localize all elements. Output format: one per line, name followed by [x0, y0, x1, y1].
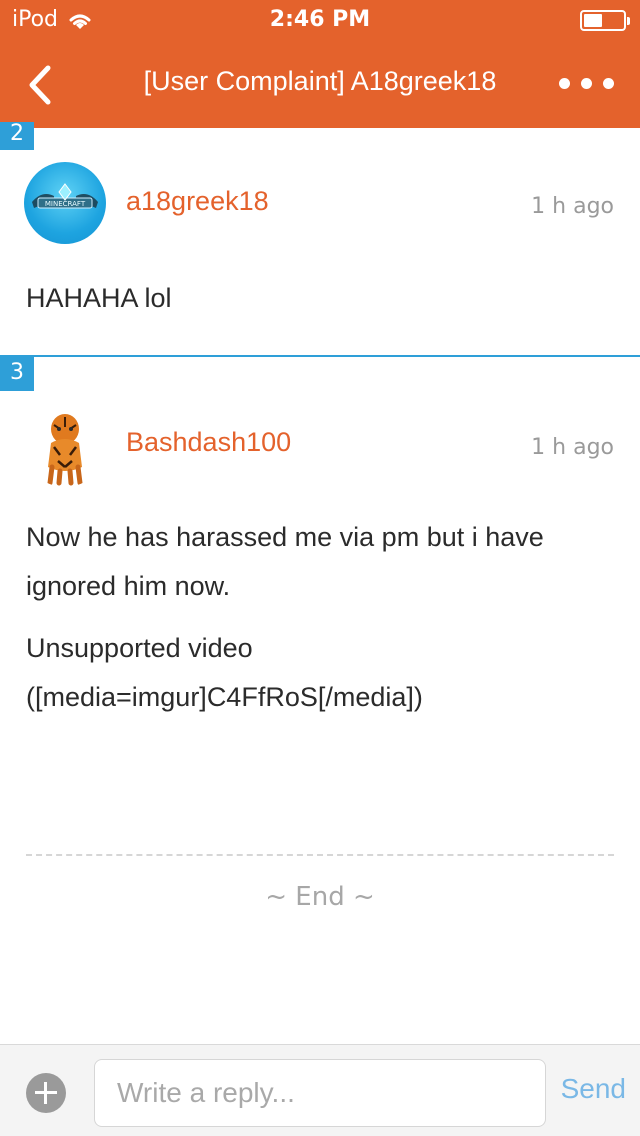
app-header: iPod 2:46 PM [User Complaint] A18greek18	[0, 0, 640, 128]
send-button[interactable]: Send	[561, 1073, 626, 1105]
battery-fill	[584, 14, 602, 27]
post-number: 3	[0, 357, 34, 391]
post-timestamp: 1 h ago	[531, 435, 614, 460]
status-bar: iPod 2:46 PM	[0, 0, 640, 40]
post-paragraph: Now he has harassed me via pm but i have…	[26, 522, 544, 601]
thread-end-label: ~ End ~	[265, 882, 375, 912]
add-attachment-button[interactable]	[26, 1073, 66, 1113]
post-number: 2	[0, 122, 34, 150]
end-divider	[26, 854, 614, 856]
post-body: HAHAHA lol	[26, 274, 616, 336]
ellipsis-icon	[559, 78, 570, 89]
more-options-button[interactable]	[559, 78, 614, 89]
status-time: 2:46 PM	[269, 7, 371, 32]
nav-bar: [User Complaint] A18greek18	[0, 40, 640, 128]
post: 3 Bashdash100 1 h ago Now he has harasse…	[0, 355, 640, 835]
post-divider	[0, 355, 640, 357]
post-username[interactable]: Bashdash100	[126, 427, 291, 458]
minecraft-logo-icon: MINECRAFT	[32, 183, 98, 209]
reply-bar: Send	[0, 1044, 640, 1136]
tiger-avatar-icon	[47, 414, 83, 486]
battery-icon	[580, 10, 630, 31]
thread-title: [User Complaint] A18greek18	[143, 66, 497, 96]
back-button[interactable]	[18, 60, 68, 110]
post-body: Now he has harassed me via pm but i have…	[26, 513, 616, 735]
post-username[interactable]: a18greek18	[126, 186, 269, 217]
reply-input[interactable]	[94, 1059, 546, 1127]
avatar[interactable]: MINECRAFT	[24, 162, 106, 244]
post-paragraph: HAHAHA lol	[26, 283, 172, 313]
post: 2 MINECRAFT a18greek18 1 h ago HAHAHA lo…	[0, 122, 640, 356]
unsupported-video-placeholder: Unsupported video ([media=imgur]C4FfRoS[…	[26, 633, 423, 712]
avatar[interactable]	[24, 405, 106, 487]
post-timestamp: 1 h ago	[531, 194, 614, 219]
avatar-logo-text: MINECRAFT	[45, 200, 86, 208]
